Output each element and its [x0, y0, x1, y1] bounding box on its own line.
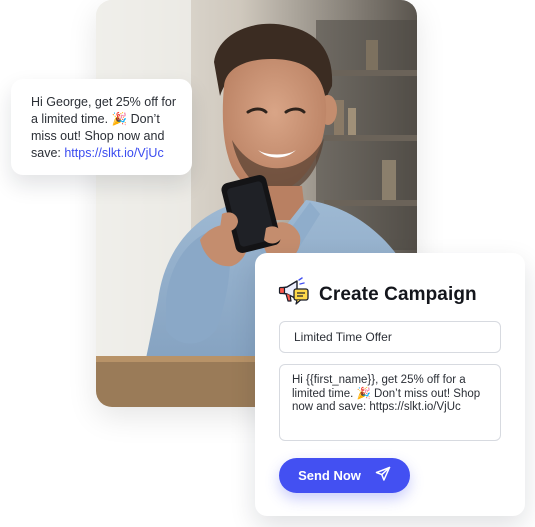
- sms-preview-card: Hi George, get 25% off for a limited tim…: [11, 79, 192, 175]
- create-campaign-card: Create Campaign Limited Time Offer Hi {{…: [255, 253, 525, 516]
- sms-preview-text: Hi George, get 25% off for a limited tim…: [31, 94, 178, 162]
- megaphone-icon: [278, 277, 310, 312]
- marketing-stage: Hi George, get 25% off for a limited tim…: [0, 0, 535, 527]
- campaign-message-textarea[interactable]: Hi {{first_name}}, get 25% off for a lim…: [279, 364, 501, 441]
- campaign-name-input[interactable]: Limited Time Offer: [279, 321, 501, 353]
- send-now-button[interactable]: Send Now: [279, 458, 410, 493]
- send-now-label: Send Now: [298, 468, 361, 483]
- sms-preview-link[interactable]: https://slkt.io/VjUc: [64, 146, 163, 160]
- paper-plane-icon: [375, 466, 391, 485]
- campaign-title: Create Campaign: [319, 283, 477, 305]
- campaign-header: Create Campaign: [278, 277, 477, 312]
